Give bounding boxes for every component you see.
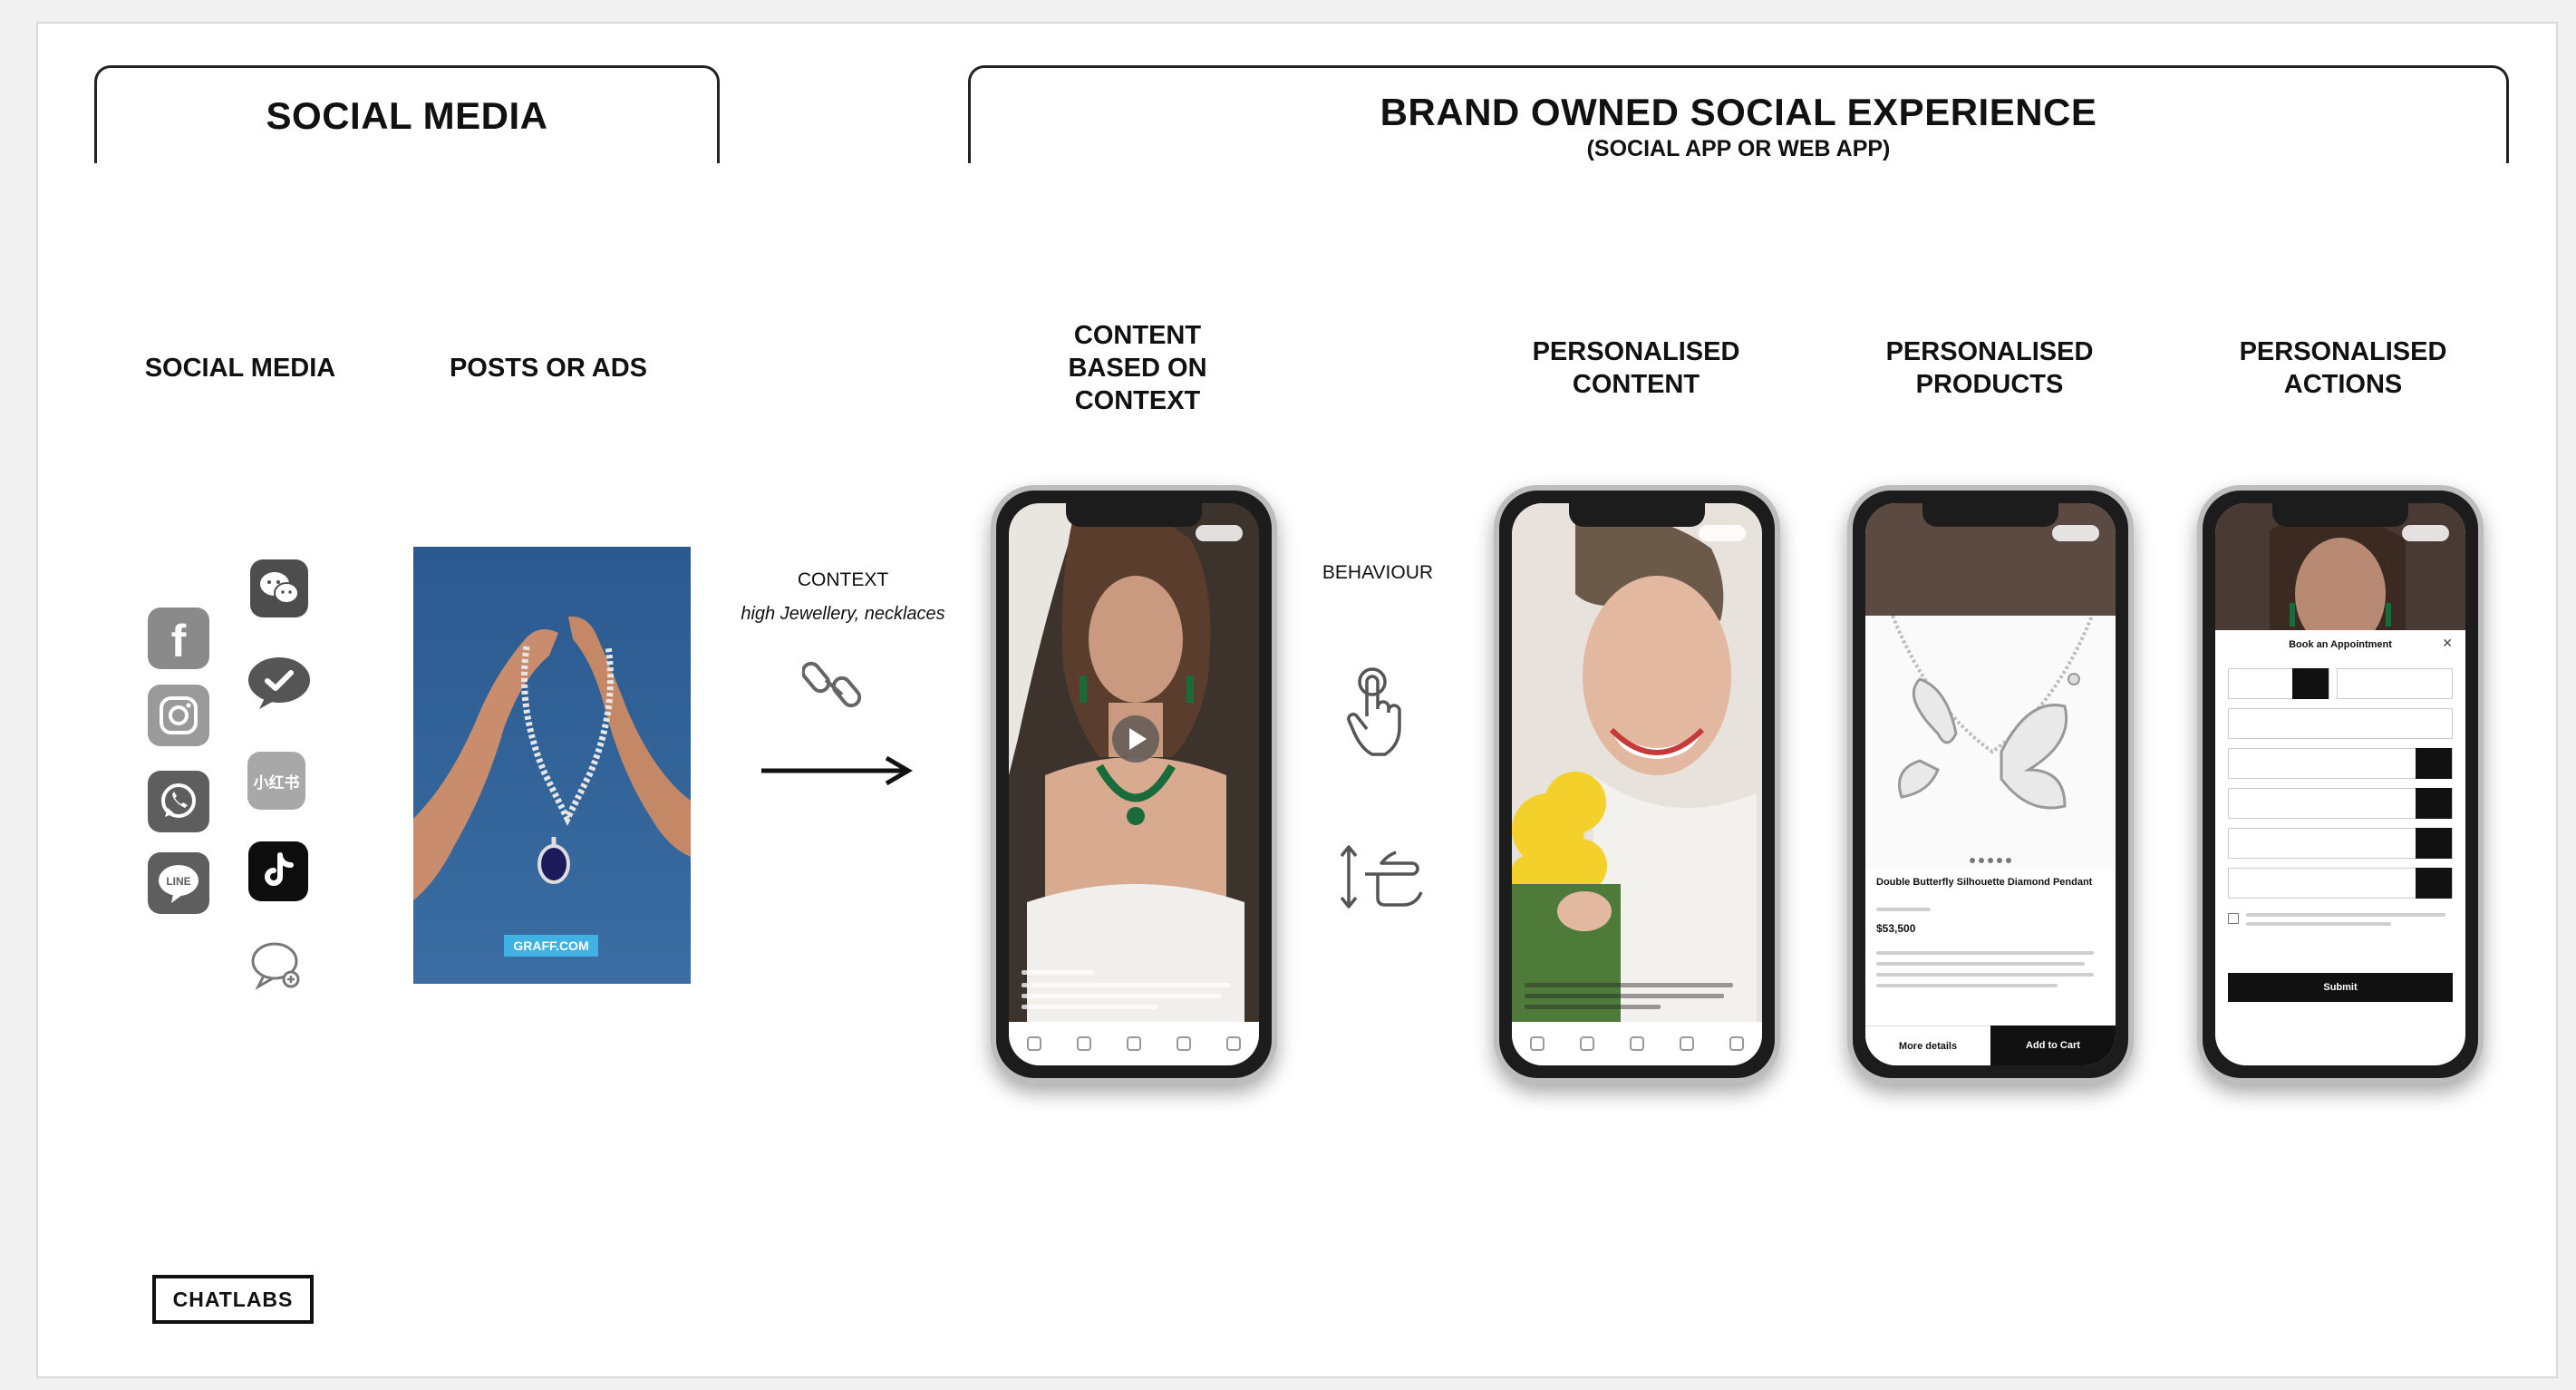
clock-icon[interactable] xyxy=(2416,827,2452,859)
heart-icon[interactable] xyxy=(1680,1036,1695,1051)
brand-section-subtitle: (SOCIAL APP OR WEB APP) xyxy=(1586,136,1891,161)
column-heading-content-based-on-context: CONTENT BASED ON CONTEXT xyxy=(1068,321,1207,415)
product-price: $53,500 xyxy=(1876,922,1916,935)
phone-tab-bar xyxy=(1512,1022,1762,1065)
context-detail-text: high Jewellery, necklaces xyxy=(741,604,945,624)
xiaohongshu-icon-label: 小红书 xyxy=(253,773,300,792)
ad-post-image: GRAFF.COM xyxy=(413,547,691,984)
caption-line xyxy=(1022,1005,1157,1009)
consent-text-line xyxy=(2246,913,2445,917)
caption-line xyxy=(1022,994,1221,998)
whatsapp-icon xyxy=(148,771,209,832)
submit-button[interactable]: Submit xyxy=(2228,973,2453,1002)
link-chain-icon xyxy=(800,653,866,716)
add-to-cart-button[interactable]: Add to Cart xyxy=(1990,1025,2116,1065)
column-heading-personalised-products: PERSONALISED PRODUCTS xyxy=(1885,337,2094,399)
title-select[interactable] xyxy=(2228,667,2329,699)
xiaohongshu-icon: 小红书 xyxy=(247,752,305,810)
caption-line xyxy=(1525,994,1724,998)
product-name: Double Butterfly Silhouette Diamond Pend… xyxy=(1876,877,2093,888)
phone-personalised-content-screen[interactable] xyxy=(1512,503,1762,1065)
profile-icon[interactable] xyxy=(1226,1036,1242,1051)
home-icon[interactable] xyxy=(1026,1036,1041,1051)
chevron-down-icon[interactable] xyxy=(2292,667,2329,699)
phone-notch xyxy=(1569,503,1705,527)
close-icon[interactable]: ✕ xyxy=(2442,636,2453,651)
bag-icon[interactable] xyxy=(1629,1036,1644,1051)
instagram-icon xyxy=(148,685,209,746)
phone-content-context xyxy=(991,485,1277,1084)
line-icon: LINE xyxy=(148,852,209,914)
phone-notch xyxy=(2272,503,2408,527)
column-heading-personalised-actions: PERSONALISED ACTIONS xyxy=(2239,337,2447,399)
profile-icon[interactable] xyxy=(1729,1036,1745,1051)
phone-pill xyxy=(2402,525,2449,541)
phone-personalised-actions-screen[interactable]: Book an Appointment ✕ Submit xyxy=(2215,503,2465,1065)
kakaotalk-icon xyxy=(245,653,314,713)
heart-icon[interactable] xyxy=(1177,1036,1192,1051)
swipe-gesture-icon xyxy=(1338,841,1428,914)
phone-personalised-actions: Book an Appointment ✕ Submit xyxy=(2197,485,2484,1084)
caption-line xyxy=(1525,983,1733,987)
chevron-down-icon[interactable] xyxy=(2416,747,2452,779)
product-desc-line xyxy=(1876,984,2058,987)
time-select[interactable] xyxy=(2228,827,2453,859)
home-icon[interactable] xyxy=(1529,1036,1545,1051)
consent-checkbox[interactable] xyxy=(2228,913,2239,924)
chatlabs-logo: CHATLABS xyxy=(152,1275,314,1324)
phone-content-context-screen[interactable] xyxy=(1009,503,1259,1065)
social-media-section-title: SOCIAL MEDIA xyxy=(266,94,548,137)
phone-notch xyxy=(1922,503,2058,527)
product-desc-line xyxy=(1876,973,2094,977)
facebook-icon: f xyxy=(148,608,209,669)
tiktok-icon xyxy=(248,841,308,901)
product-desc-line xyxy=(1876,962,2085,966)
explore-icon[interactable] xyxy=(1579,1036,1594,1051)
phone-tab-bar xyxy=(1009,1022,1259,1065)
tap-gesture-icon xyxy=(1341,662,1414,762)
boutique-select[interactable] xyxy=(2228,747,2453,779)
caption-line xyxy=(1525,1005,1661,1009)
column-heading-posts-or-ads: POSTS OR ADS xyxy=(449,354,648,383)
line-icon-label: LINE xyxy=(166,875,190,888)
ad-cta-badge[interactable]: GRAFF.COM xyxy=(504,935,598,957)
bag-icon[interactable] xyxy=(1126,1036,1141,1051)
calendar-icon[interactable] xyxy=(2416,787,2452,819)
phone-personalised-products-screen[interactable]: Double Butterfly Silhouette Diamond Pend… xyxy=(1865,503,2116,1065)
date-select[interactable] xyxy=(2228,787,2453,819)
column-heading-social-media: SOCIAL MEDIA xyxy=(144,354,336,383)
chevron-down-icon[interactable] xyxy=(2416,867,2452,899)
flow-arrow-icon xyxy=(760,753,914,789)
more-details-button[interactable]: More details xyxy=(1865,1025,1990,1065)
column-heading-personalised-content: PERSONALISED CONTENT xyxy=(1532,337,1740,399)
caption-line xyxy=(1022,970,1094,975)
phone-pill xyxy=(1196,525,1243,541)
ad-cta-text: GRAFF.COM xyxy=(513,938,589,953)
appointment-title: Book an Appointment xyxy=(2289,639,2392,650)
product-desc-line xyxy=(1876,951,2094,955)
product-sku-line xyxy=(1876,908,1931,911)
context-label: CONTEXT xyxy=(797,569,889,590)
product-image[interactable] xyxy=(1865,616,2116,870)
reason-select[interactable] xyxy=(2228,867,2453,899)
phone-pill xyxy=(1699,525,1746,541)
phone-personalised-content xyxy=(1494,485,1780,1084)
phone-pill xyxy=(2052,525,2099,541)
brand-section-title: BRAND OWNED SOCIAL EXPERIENCE xyxy=(1380,91,2097,133)
phone-notch xyxy=(1066,503,1202,527)
chat-bubble-icon xyxy=(245,936,310,996)
chatlabs-logo-text: CHATLABS xyxy=(172,1287,294,1311)
phone-personalised-products: Double Butterfly Silhouette Diamond Pend… xyxy=(1847,485,2134,1084)
consent-text-line xyxy=(2246,922,2391,926)
phone-input[interactable] xyxy=(2228,708,2453,739)
context-detail: high Jewellery, necklaces xyxy=(725,604,961,625)
caption-line xyxy=(1022,983,1230,987)
wechat-icon xyxy=(250,559,308,617)
explore-icon[interactable] xyxy=(1076,1036,1091,1051)
last-name-input[interactable] xyxy=(2337,668,2453,699)
behaviour-label: BEHAVIOUR xyxy=(1322,562,1434,583)
